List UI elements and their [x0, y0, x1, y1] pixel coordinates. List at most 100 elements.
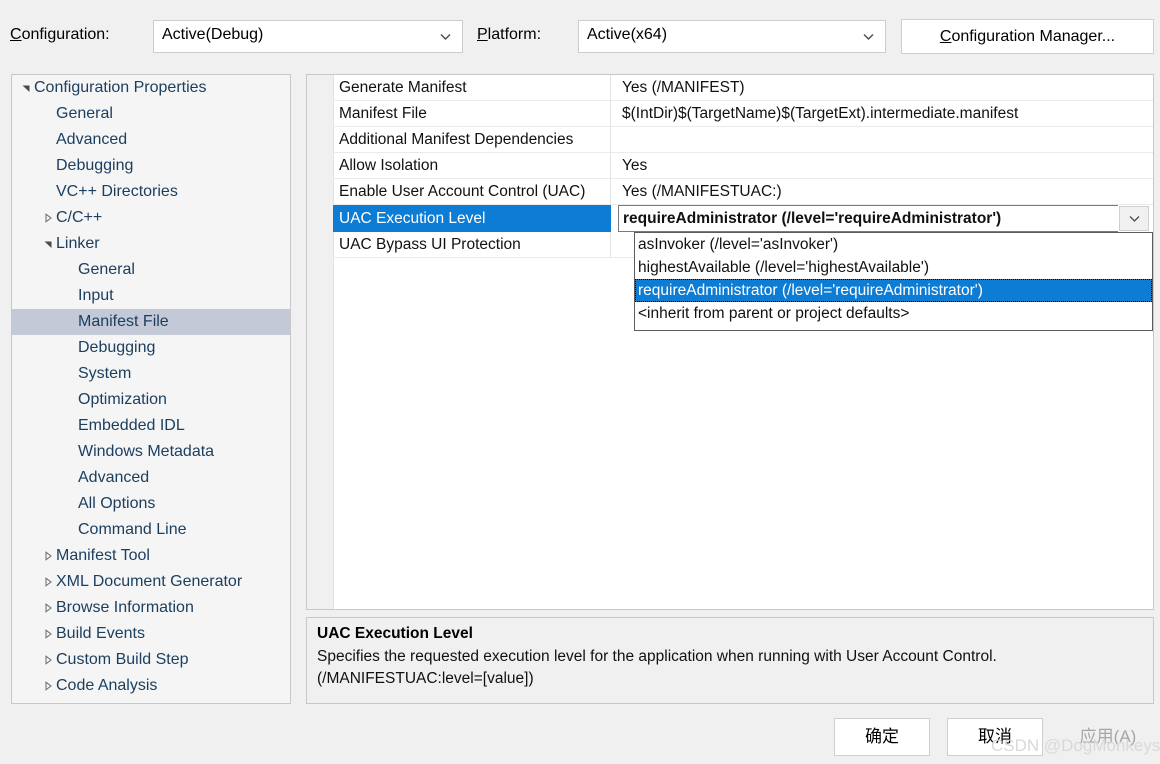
chevron-down-icon[interactable]	[439, 30, 452, 43]
property-grid[interactable]: Generate Manifest Yes (/MANIFEST) Manifest…	[306, 74, 1154, 610]
tree-item-label: Debugging	[56, 157, 134, 174]
property-row[interactable]: Generate Manifest Yes (/MANIFEST)	[333, 75, 1153, 101]
property-name: Manifest File	[333, 101, 611, 126]
dropdown-option[interactable]: asInvoker (/level='asInvoker')	[635, 233, 1152, 256]
expander-collapsed-icon[interactable]	[40, 647, 56, 673]
tree-item-xml-document-generator[interactable]: XML Document Generator	[12, 569, 290, 595]
tree-item-label: Optimization	[78, 391, 167, 408]
property-description-title: UAC Execution Level	[317, 625, 473, 642]
tree-item-command-line[interactable]: Command Line	[12, 517, 290, 543]
property-name: UAC Bypass UI Protection	[333, 232, 611, 257]
tree-item-general[interactable]: General	[12, 101, 290, 127]
property-description-panel: UAC Execution Level Specifies the reques…	[306, 617, 1154, 704]
tree-item-label: Manifest Tool	[56, 547, 150, 564]
tree-item-label: All Options	[78, 495, 156, 512]
cancel-button[interactable]: 取消	[947, 718, 1043, 756]
tree-item-label: C/C++	[56, 209, 103, 226]
tree-item-label: XML Document Generator	[56, 573, 243, 590]
value-dropdown-button[interactable]	[1119, 206, 1149, 231]
tree-item-advanced[interactable]: Advanced	[12, 465, 290, 491]
expander-collapsed-icon[interactable]	[40, 205, 56, 231]
platform-combobox[interactable]: Active(x64)	[578, 20, 886, 53]
tree-item-label: Custom Build Step	[56, 651, 189, 668]
property-name: Allow Isolation	[333, 153, 611, 178]
chevron-down-icon	[1129, 216, 1139, 222]
property-name: Generate Manifest	[333, 75, 611, 100]
property-value: Yes (/MANIFEST)	[622, 79, 745, 96]
property-name: UAC Execution Level	[333, 205, 611, 232]
property-grid-gutter	[307, 75, 334, 609]
tree-item-linker[interactable]: Linker	[12, 231, 290, 257]
tree-item-embedded-idl[interactable]: Embedded IDL	[12, 413, 290, 439]
property-value: Yes	[622, 157, 648, 174]
configuration-label: Configuration:	[10, 26, 110, 43]
tree-item-label: Browse Information	[56, 599, 194, 616]
property-name: Enable User Account Control (UAC)	[333, 179, 611, 204]
tree-item-label: Embedded IDL	[78, 417, 185, 434]
tree-item-system[interactable]: System	[12, 361, 290, 387]
tree-item-label: System	[78, 365, 132, 382]
tree-item-label: Input	[78, 287, 114, 304]
property-row[interactable]: Additional Manifest Dependencies	[333, 127, 1153, 153]
tree-item-label: Debugging	[78, 339, 156, 356]
expander-expanded-icon[interactable]	[40, 231, 56, 257]
configuration-combobox[interactable]: Active(Debug)	[153, 20, 463, 53]
tree-item-label: Configuration Properties	[34, 79, 207, 96]
tree-item-manifest-tool[interactable]: Manifest Tool	[12, 543, 290, 569]
property-name: Additional Manifest Dependencies	[333, 127, 611, 152]
uac-execution-level-dropdown[interactable]: asInvoker (/level='asInvoker') highestAva…	[634, 232, 1153, 331]
tree-item-label: Code Analysis	[56, 677, 158, 694]
tree-item-label: VC++ Directories	[56, 183, 178, 200]
tree-item-manifest-file[interactable]: Manifest File	[12, 309, 290, 335]
tree-item-configuration-properties[interactable]: Configuration Properties	[12, 75, 290, 101]
expander-collapsed-icon[interactable]	[40, 673, 56, 699]
tree-item-debugging[interactable]: Debugging	[12, 153, 290, 179]
tree-item-label: General	[78, 261, 135, 278]
tree-item-advanced[interactable]: Advanced	[12, 127, 290, 153]
property-row[interactable]: UAC Execution Level requireAdministrator …	[333, 205, 1153, 232]
expander-expanded-icon[interactable]	[18, 75, 34, 101]
property-description-text: Specifies the requested execution level …	[317, 648, 997, 687]
configuration-manager-button[interactable]: Configuration Manager...	[901, 19, 1154, 54]
dropdown-option[interactable]: highestAvailable (/level='highestAvailab…	[635, 256, 1152, 279]
platform-value: Active(x64)	[587, 26, 668, 43]
property-row[interactable]: Manifest File $(IntDir)$(TargetName)$(Tar…	[333, 101, 1153, 127]
property-value	[618, 127, 1153, 152]
tree-item-custom-build-step[interactable]: Custom Build Step	[12, 647, 290, 673]
tree-item-input[interactable]: Input	[12, 283, 290, 309]
chevron-down-icon[interactable]	[862, 30, 875, 43]
property-row[interactable]: Allow Isolation Yes	[333, 153, 1153, 179]
expander-collapsed-icon[interactable]	[40, 569, 56, 595]
tree-item-general[interactable]: General	[12, 257, 290, 283]
tree-item-label: Linker	[56, 235, 100, 252]
configuration-manager-label: Configuration Manager...	[939, 28, 1116, 45]
configuration-label-text: onfiguration:	[21, 26, 110, 43]
expander-collapsed-icon[interactable]	[40, 543, 56, 569]
platform-label: Platform:	[477, 26, 542, 43]
dropdown-option[interactable]: requireAdministrator (/level='requireAdm…	[635, 279, 1152, 302]
ok-button[interactable]: 确定	[834, 718, 930, 756]
property-value: Yes (/MANIFESTUAC:)	[622, 183, 782, 200]
tree-item-windows-metadata[interactable]: Windows Metadata	[12, 439, 290, 465]
property-grid-rows: Generate Manifest Yes (/MANIFEST) Manifest…	[333, 75, 1153, 258]
tree-item-label: Advanced	[78, 469, 150, 486]
dialog-header-bar: Configuration: Active(Debug) Platform: A…	[0, 0, 1160, 68]
tree-item-code-analysis[interactable]: Code Analysis	[12, 673, 290, 699]
property-row[interactable]: Enable User Account Control (UAC) Yes (/M…	[333, 179, 1153, 205]
expander-collapsed-icon[interactable]	[40, 595, 56, 621]
tree-item-label: Windows Metadata	[78, 443, 215, 460]
tree-item-browse-information[interactable]: Browse Information	[12, 595, 290, 621]
tree-item-optimization[interactable]: Optimization	[12, 387, 290, 413]
tree-item-label: Build Events	[56, 625, 145, 642]
tree-item-label: Advanced	[56, 131, 128, 148]
tree-item-debugging[interactable]: Debugging	[12, 335, 290, 361]
tree-item-c-c[interactable]: C/C++	[12, 205, 290, 231]
property-value-editor[interactable]: requireAdministrator (/level='requireAdm…	[618, 205, 1118, 232]
configuration-properties-tree[interactable]: Configuration Properties General Advanced D…	[11, 74, 291, 704]
tree-item-vc-directories[interactable]: VC++ Directories	[12, 179, 290, 205]
tree-item-build-events[interactable]: Build Events	[12, 621, 290, 647]
expander-collapsed-icon[interactable]	[40, 621, 56, 647]
platform-label-text: latform:	[487, 26, 542, 43]
dropdown-option[interactable]: <inherit from parent or project defaults…	[635, 302, 1152, 325]
tree-item-all-options[interactable]: All Options	[12, 491, 290, 517]
